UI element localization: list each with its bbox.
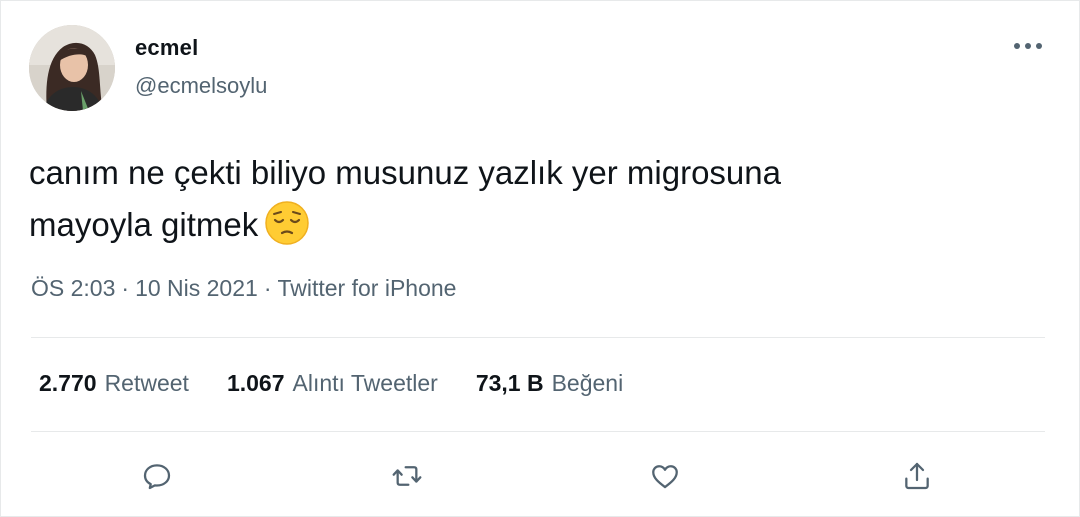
more-options-button[interactable]	[1011, 34, 1045, 58]
tweet-time[interactable]: ÖS 2:03	[31, 275, 115, 301]
likes-count: 73,1 B	[475, 370, 544, 396]
quote-tweets-label: Alıntı Tweetler	[292, 370, 438, 396]
avatar[interactable]	[29, 25, 115, 111]
retweet-button[interactable]	[385, 454, 429, 498]
author-display-name[interactable]: ecmel	[135, 35, 198, 61]
divider	[31, 431, 1045, 432]
quote-tweets-count: 1.067	[226, 370, 285, 396]
tweet-text-line-content: mayoyla gitmek	[29, 206, 259, 243]
tweet-text-line: mayoyla gitmek	[29, 199, 1029, 251]
tweet-text-line: canım ne çekti biliyo musunuz yazlık yer…	[29, 154, 781, 191]
likes-label: Beğeni	[551, 370, 624, 396]
tweet-meta: ÖS 2:03 · 10 Nis 2021 · Twitter for iPhone	[31, 275, 456, 302]
retweets-count: 2.770	[39, 370, 97, 396]
engagement-stats: 2.770 Retweet 1.067 Alıntı Tweetler 73,1 B…	[39, 370, 623, 397]
tweet-source-link[interactable]: Twitter for iPhone	[277, 275, 456, 301]
heart-icon	[652, 465, 678, 489]
tweet-card: ecmel @ecmelsoylu canım ne çekti biliyo …	[0, 0, 1080, 517]
divider	[31, 337, 1045, 338]
like-button[interactable]	[643, 454, 687, 498]
tweet-actions-bar	[1, 454, 1080, 502]
meta-separator: ·	[121, 275, 130, 301]
quote-tweets-stat-link[interactable]: 1.067 Alıntı Tweetler	[227, 370, 438, 397]
share-icon	[905, 462, 929, 490]
share-button[interactable]	[895, 454, 939, 498]
author-handle[interactable]: @ecmelsoylu	[135, 73, 267, 99]
tweet-text: canım ne çekti biliyo musunuz yazlık yer…	[29, 147, 1029, 251]
likes-stat-link[interactable]: 73,1 B Beğeni	[476, 370, 623, 397]
reply-icon	[143, 464, 171, 490]
meta-separator: ·	[263, 275, 272, 301]
retweets-stat-link[interactable]: 2.770 Retweet	[39, 370, 189, 397]
more-horizontal-icon	[1014, 43, 1042, 49]
retweet-icon	[392, 466, 422, 486]
tweet-date[interactable]: 10 Nis 2021	[135, 275, 258, 301]
retweets-label: Retweet	[104, 370, 189, 396]
pensive-face-emoji-icon	[264, 200, 310, 246]
profile-photo-icon	[29, 25, 115, 111]
reply-button[interactable]	[135, 454, 179, 498]
